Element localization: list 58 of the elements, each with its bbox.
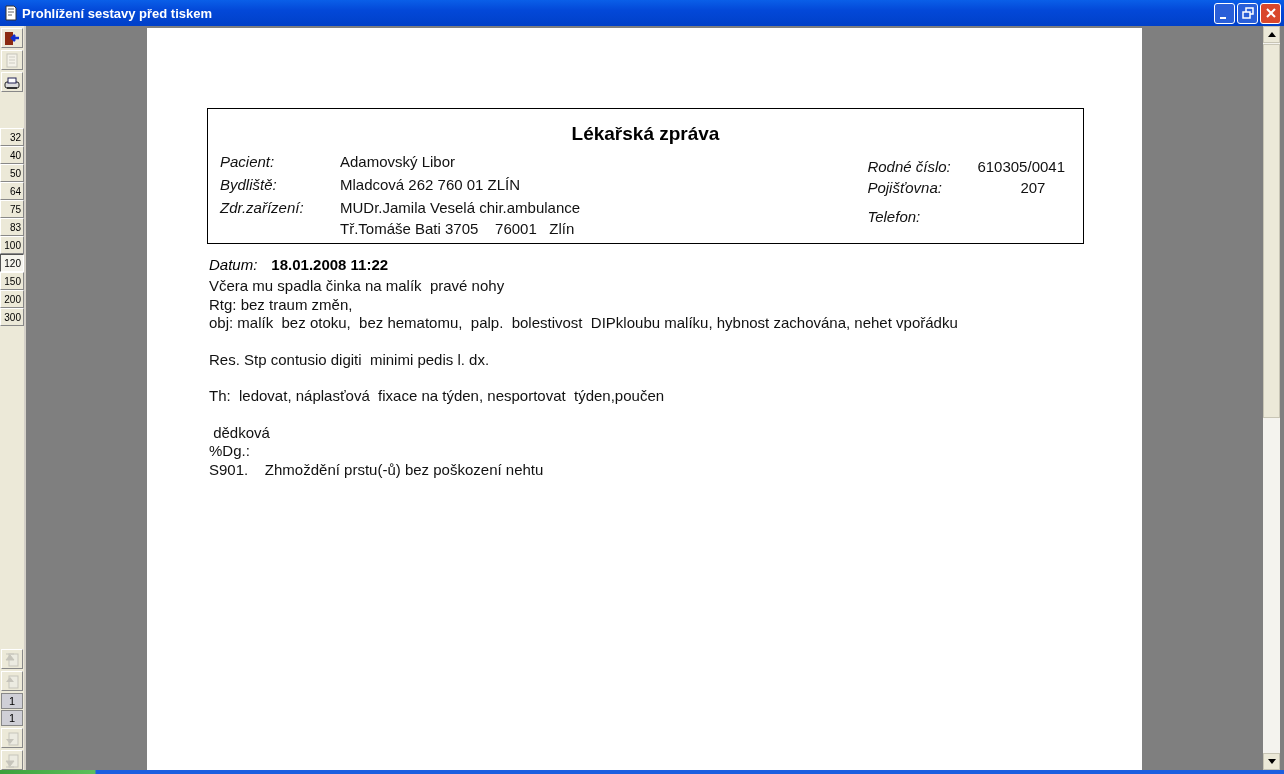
- field-value: Mladcová 262 760 01 ZLÍN: [340, 176, 521, 193]
- report-text-line: Včera mu spadla činka na malík pravé nohy: [209, 277, 506, 296]
- date-label: Datum:: [209, 256, 258, 273]
- zoom-button[interactable]: 40: [0, 146, 24, 164]
- page-number-field[interactable]: 1: [1, 693, 23, 709]
- zoom-button[interactable]: 32: [0, 128, 24, 146]
- field-label: Bydliště:: [220, 176, 278, 193]
- restore-button[interactable]: [1237, 2, 1258, 24]
- zoom-button[interactable]: 75: [0, 200, 24, 218]
- next-page-icon: [3, 729, 21, 747]
- report-text-line: %Dg.:: [209, 442, 251, 461]
- scroll-down-button[interactable]: [1263, 753, 1280, 770]
- previous-page-icon: [3, 672, 21, 690]
- zoom-button[interactable]: 150: [0, 272, 24, 290]
- field-value: Tř.Tomáše Bati 3705 76001 Zlín: [340, 220, 576, 237]
- field-label: Zdr.zařízení:: [220, 199, 305, 218]
- field-label: Rodné číslo:: [867, 158, 952, 175]
- close-icon: [1264, 7, 1277, 19]
- zoom-button[interactable]: 120: [0, 254, 24, 272]
- zoom-button[interactable]: 100: [0, 236, 24, 254]
- page-setup-icon: [3, 51, 21, 69]
- scrollbar-thumb[interactable]: [1263, 44, 1280, 418]
- report-title: Lékařská zpráva: [570, 123, 721, 145]
- minimize-button[interactable]: [1214, 2, 1235, 24]
- report-text-line: Res. Stp contusio digiti minimi pedis l. dx.: [209, 350, 491, 369]
- report-text-line: Rtg: bez traum změn,: [209, 295, 354, 314]
- field-label: Pojišťovna:: [867, 179, 943, 196]
- field-label: Telefon:: [867, 208, 922, 225]
- date-value: 18.01.2008 11:22: [271, 256, 389, 273]
- door-arrow-button[interactable]: [1, 28, 23, 48]
- window-title: Prohlížení sestavy před tiskem: [22, 5, 214, 21]
- zoom-button[interactable]: 83: [0, 218, 24, 236]
- minimize-icon: [1220, 16, 1226, 19]
- report-text-line: dědková: [212, 423, 271, 442]
- restore-icon: [1241, 7, 1254, 19]
- printer-button[interactable]: [1, 72, 23, 92]
- door-arrow-icon: [3, 29, 21, 47]
- page-number-field[interactable]: 1: [1, 710, 23, 726]
- up-arrow-icon: [1267, 32, 1276, 37]
- zoom-button[interactable]: 300: [0, 308, 24, 326]
- report-text-line: Th: ledovat, náplasťová fixace na týden, nesportovat týden,poučen: [209, 387, 666, 406]
- field-value: Adamovský Libor: [340, 153, 456, 170]
- zoom-button[interactable]: 200: [0, 290, 24, 308]
- field-value: 610305/0041: [977, 158, 1065, 175]
- field-value: 207: [1019, 179, 1046, 196]
- field-label: Pacient:: [220, 153, 276, 170]
- vertical-scrollbar[interactable]: [1263, 26, 1280, 770]
- zoom-button[interactable]: 50: [0, 164, 24, 182]
- report-text-line: S901. Zhmoždění prstu(-ů) bez poškození nehtu: [209, 460, 545, 479]
- scroll-up-button[interactable]: [1263, 26, 1280, 43]
- first-page-icon: [3, 650, 21, 668]
- zoom-button[interactable]: 64: [0, 182, 24, 200]
- last-page-icon: [3, 751, 21, 769]
- document-icon: [5, 5, 17, 21]
- report-text-line: obj: malík bez otoku, bez hematomu, palp. bolestivost DIPkloubu malíku, hybnost zachována, nehet vpořádku: [209, 314, 959, 333]
- down-arrow-icon: [1267, 759, 1276, 764]
- field-value: MUDr.Jamila Veselá chir.ambulance: [340, 199, 581, 216]
- close-button[interactable]: [1260, 2, 1281, 24]
